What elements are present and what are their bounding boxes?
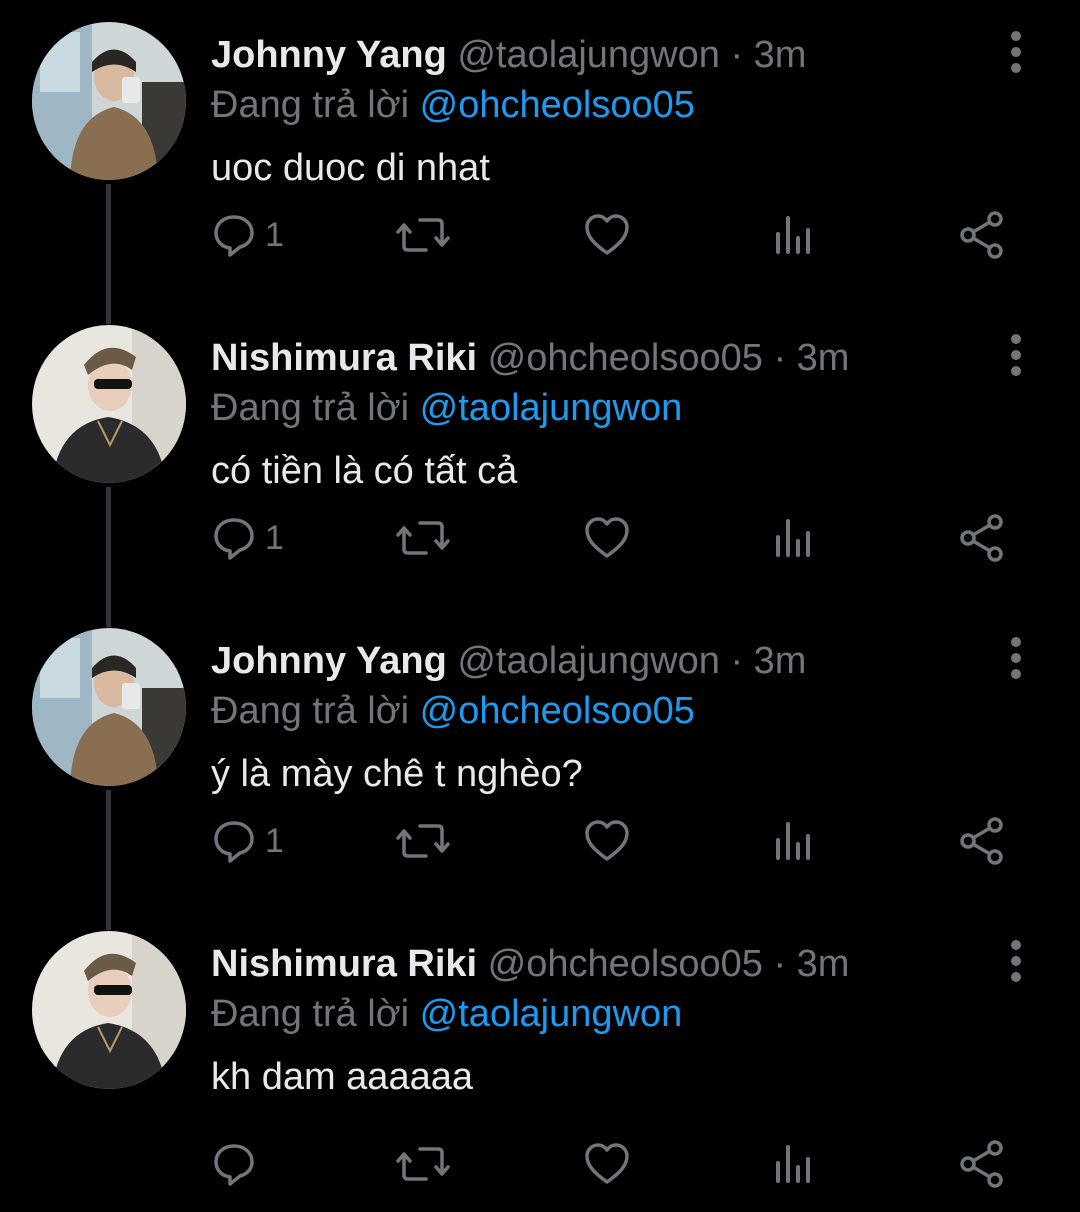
replying-prefix: Đang trả lời — [211, 84, 410, 126]
timestamp[interactable]: 3m — [797, 943, 850, 985]
heart-icon — [585, 820, 629, 861]
tweet-text: ý là mày chê t nghèo? — [211, 753, 583, 795]
reply-icon — [214, 518, 254, 560]
tweet[interactable]: Johnny Yang @taolajungwon · 3m Đang trả … — [0, 0, 1080, 324]
replying-to: Đang trả lời @taolajungwon — [211, 383, 682, 433]
avatar[interactable] — [32, 931, 186, 1089]
tweet[interactable]: Nishimura Riki @ohcheolsoo05 · 3m Đang t… — [0, 909, 1080, 1212]
heart-icon — [585, 517, 629, 558]
tweet-actions — [211, 1134, 1031, 1194]
retweet-button[interactable] — [396, 205, 450, 265]
separator-dot: · — [773, 337, 787, 379]
replying-prefix: Đang trả lời — [211, 387, 410, 429]
separator-dot: · — [730, 34, 744, 76]
separator-dot: · — [773, 943, 787, 985]
tweet-text: kh dam aaaaaa — [211, 1056, 473, 1098]
replying-to: Đang trả lời @taolajungwon — [211, 989, 682, 1039]
like-button[interactable] — [583, 811, 631, 871]
like-button[interactable] — [583, 508, 631, 568]
tweet-header: Johnny Yang @taolajungwon · 3m — [211, 636, 806, 686]
more-vertical-icon[interactable] — [996, 333, 1036, 377]
like-button[interactable] — [583, 205, 631, 265]
replying-to: Đang trả lời @ohcheolsoo05 — [211, 686, 695, 736]
tweet-header: Nishimura Riki @ohcheolsoo05 · 3m — [211, 333, 849, 383]
retweet-button[interactable] — [396, 508, 450, 568]
timestamp[interactable]: 3m — [797, 337, 850, 379]
replying-to-mention[interactable]: @taolajungwon — [420, 993, 683, 1035]
timestamp[interactable]: 3m — [754, 640, 807, 682]
share-button[interactable] — [959, 205, 1005, 265]
replying-to: Đang trả lời @ohcheolsoo05 — [211, 80, 695, 130]
tweet-actions: 1 — [211, 205, 1031, 265]
replying-to-mention[interactable]: @ohcheolsoo05 — [420, 84, 695, 126]
avatar[interactable] — [32, 628, 186, 786]
timestamp[interactable]: 3m — [754, 34, 807, 76]
reply-button[interactable]: 1 — [211, 508, 284, 568]
tweet-text: uoc duoc di nhat — [211, 147, 490, 189]
tweet-header: Johnny Yang @taolajungwon · 3m — [211, 30, 806, 80]
views-button[interactable] — [774, 1134, 814, 1194]
tweet[interactable]: Johnny Yang @taolajungwon · 3m Đang trả … — [0, 606, 1080, 930]
tweet[interactable]: Nishimura Riki @ohcheolsoo05 · 3m Đang t… — [0, 303, 1080, 627]
tweet-header: Nishimura Riki @ohcheolsoo05 · 3m — [211, 939, 849, 989]
reply-thread: Johnny Yang @taolajungwon · 3m Đang trả … — [0, 0, 1080, 1210]
retweet-icon — [396, 218, 450, 252]
replying-prefix: Đang trả lời — [211, 690, 410, 732]
more-vertical-icon[interactable] — [996, 30, 1036, 74]
author-name[interactable]: Johnny Yang — [211, 640, 447, 682]
retweet-button[interactable] — [396, 1134, 450, 1194]
reply-count: 1 — [265, 215, 284, 254]
views-button[interactable] — [774, 811, 814, 871]
author-name[interactable]: Johnny Yang — [211, 34, 447, 76]
author-name[interactable]: Nishimura Riki — [211, 337, 477, 379]
share-icon — [960, 1140, 1003, 1188]
author-handle[interactable]: @taolajungwon — [457, 640, 720, 682]
heart-icon — [585, 214, 629, 255]
like-button[interactable] — [583, 1134, 631, 1194]
replying-prefix: Đang trả lời — [211, 993, 410, 1035]
reply-icon — [214, 1144, 254, 1186]
reply-button[interactable]: 1 — [211, 811, 284, 871]
share-button[interactable] — [959, 811, 1005, 871]
share-icon — [960, 211, 1003, 259]
retweet-icon — [396, 824, 450, 858]
more-vertical-icon[interactable] — [996, 636, 1036, 680]
views-button[interactable] — [774, 205, 814, 265]
avatar[interactable] — [32, 22, 186, 180]
share-button[interactable] — [959, 508, 1005, 568]
retweet-button[interactable] — [396, 811, 450, 871]
author-name[interactable]: Nishimura Riki — [211, 943, 477, 985]
tweet-text: có tiền là có tất cả — [211, 450, 518, 492]
reply-button[interactable]: 1 — [211, 205, 284, 265]
reply-count: 1 — [265, 821, 284, 860]
retweet-icon — [396, 521, 450, 555]
reply-count: 1 — [265, 518, 284, 557]
tweet-actions: 1 — [211, 508, 1031, 568]
views-button[interactable] — [774, 508, 814, 568]
analytics-icon — [776, 822, 810, 860]
avatar[interactable] — [32, 325, 186, 483]
reply-icon — [214, 821, 254, 863]
replying-to-mention[interactable]: @taolajungwon — [420, 387, 683, 429]
author-handle[interactable]: @ohcheolsoo05 — [488, 943, 763, 985]
analytics-icon — [776, 1145, 810, 1183]
separator-dot: · — [730, 640, 744, 682]
analytics-icon — [776, 519, 810, 557]
replying-to-mention[interactable]: @ohcheolsoo05 — [420, 690, 695, 732]
share-icon — [960, 514, 1003, 562]
share-icon — [960, 817, 1003, 865]
more-vertical-icon[interactable] — [996, 939, 1036, 983]
retweet-icon — [396, 1147, 450, 1181]
reply-button[interactable] — [211, 1134, 265, 1194]
heart-icon — [585, 1143, 629, 1184]
reply-icon — [214, 215, 254, 257]
tweet-actions: 1 — [211, 811, 1031, 871]
share-button[interactable] — [959, 1134, 1005, 1194]
author-handle[interactable]: @ohcheolsoo05 — [488, 337, 763, 379]
analytics-icon — [776, 216, 810, 254]
author-handle[interactable]: @taolajungwon — [457, 34, 720, 76]
